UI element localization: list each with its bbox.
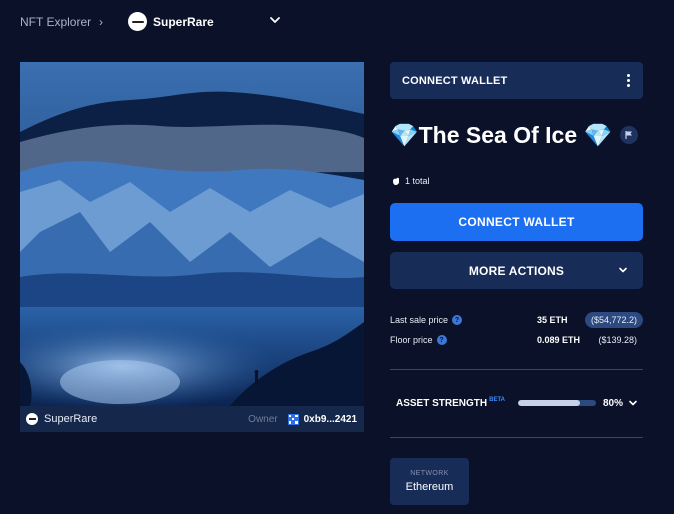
floor-price-usd: ($139.28) xyxy=(598,335,637,345)
last-sale-row: Last sale price ? 35 ETH ($54,772.2) xyxy=(390,311,643,329)
more-actions-button[interactable]: MORE ACTIONS xyxy=(390,252,643,289)
hand-icon xyxy=(393,177,399,185)
asset-strength-fill xyxy=(518,400,581,406)
platform-name[interactable]: SuperRare xyxy=(44,413,97,425)
floor-price-row: Floor price ? 0.089 ETH ($139.28) xyxy=(390,331,643,349)
floor-price-eth: 0.089 ETH xyxy=(537,335,581,345)
asset-strength-bar xyxy=(518,400,596,406)
artwork-footer: SuperRare Owner 0xb9...2421 xyxy=(20,406,364,432)
divider xyxy=(390,369,643,370)
network-card: NETWORK Ethereum xyxy=(390,458,469,505)
top-bar: NFT Explorer › SuperRare xyxy=(0,0,674,46)
chevron-down-icon[interactable] xyxy=(268,13,282,27)
floor-price-label: Floor price xyxy=(390,335,433,345)
network-value: Ethereum xyxy=(405,481,454,493)
flag-icon[interactable] xyxy=(620,126,639,144)
last-sale-usd: ($54,772.2) xyxy=(584,312,643,328)
divider xyxy=(390,437,643,438)
owner-address[interactable]: 0xb9...2421 xyxy=(304,414,357,425)
more-actions-label: MORE ACTIONS xyxy=(468,263,565,278)
chevron-down-icon[interactable] xyxy=(627,397,639,409)
last-sale-eth: 35 ETH xyxy=(537,315,568,325)
asset-strength-percent: 80% xyxy=(603,397,624,409)
beta-badge: BETA xyxy=(489,397,506,403)
total-count-text: 1 total xyxy=(405,176,430,186)
breadcrumb-nft-explorer[interactable]: NFT Explorer xyxy=(20,15,91,29)
owner-avatar-icon xyxy=(287,413,299,425)
superrare-logo-icon xyxy=(128,12,147,31)
owner-label: Owner xyxy=(248,413,278,425)
superrare-platform-icon xyxy=(26,413,38,425)
connect-wallet-bar[interactable]: CONNECT WALLET xyxy=(390,62,643,99)
connect-wallet-button[interactable]: CONNECT WALLET xyxy=(390,203,643,241)
kebab-menu-icon[interactable] xyxy=(627,74,631,87)
help-icon[interactable]: ? xyxy=(452,315,463,325)
last-sale-label: Last sale price xyxy=(390,315,449,325)
total-count: 1 total xyxy=(391,176,430,186)
network-label: NETWORK xyxy=(410,470,449,477)
asset-title: 💎The Sea Of Ice 💎 xyxy=(390,121,613,148)
nft-artwork-image[interactable] xyxy=(20,62,364,406)
breadcrumb-separator: › xyxy=(99,15,103,29)
asset-strength-label: ASSET STRENGTH xyxy=(396,397,488,409)
connect-wallet-bar-label: CONNECT WALLET xyxy=(402,74,508,87)
help-icon[interactable]: ? xyxy=(436,335,447,345)
collection-name[interactable]: SuperRare xyxy=(153,15,214,29)
asset-title-row: 💎The Sea Of Ice 💎 xyxy=(390,118,650,152)
chevron-down-icon xyxy=(619,267,627,273)
asset-strength[interactable]: ASSET STRENGTH BETA 80% xyxy=(396,394,643,412)
